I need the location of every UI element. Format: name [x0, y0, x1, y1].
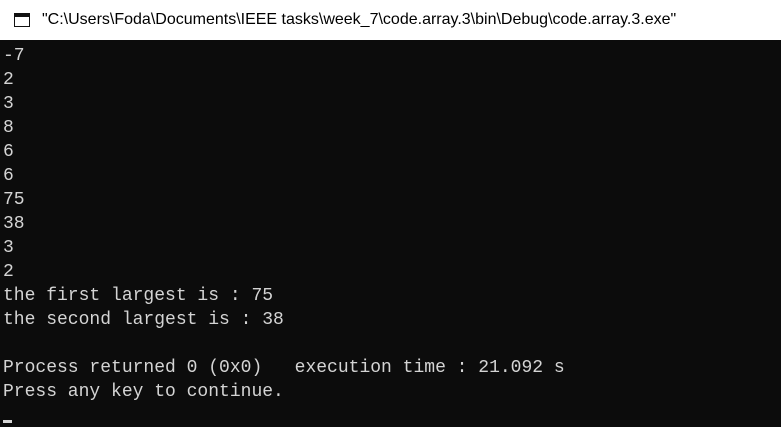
output-line: 8: [3, 118, 14, 138]
text-cursor: [3, 420, 12, 423]
output-line: 3: [3, 238, 14, 258]
title-bar[interactable]: "C:\Users\Foda\Documents\IEEE tasks\week…: [0, 0, 781, 40]
press-key-prompt: Press any key to continue.: [3, 382, 284, 402]
output-line: 75: [3, 190, 25, 210]
output-line: 3: [3, 94, 14, 114]
output-line: -7: [3, 46, 25, 66]
output-line: 6: [3, 142, 14, 162]
process-status-line: Process returned 0 (0x0) execution time …: [3, 358, 565, 378]
first-largest-line: the first largest is : 75: [3, 286, 274, 306]
output-line: 2: [3, 262, 14, 282]
console-window-icon: [14, 13, 30, 27]
output-line: 6: [3, 166, 14, 186]
output-line: 38: [3, 214, 25, 234]
window-title: "C:\Users\Foda\Documents\IEEE tasks\week…: [42, 11, 677, 28]
output-line: 2: [3, 70, 14, 90]
console-output[interactable]: -7 2 3 8 6 6 75 38 3 2 the first largest…: [0, 40, 781, 427]
console-window: "C:\Users\Foda\Documents\IEEE tasks\week…: [0, 0, 781, 427]
second-largest-line: the second largest is : 38: [3, 310, 284, 330]
